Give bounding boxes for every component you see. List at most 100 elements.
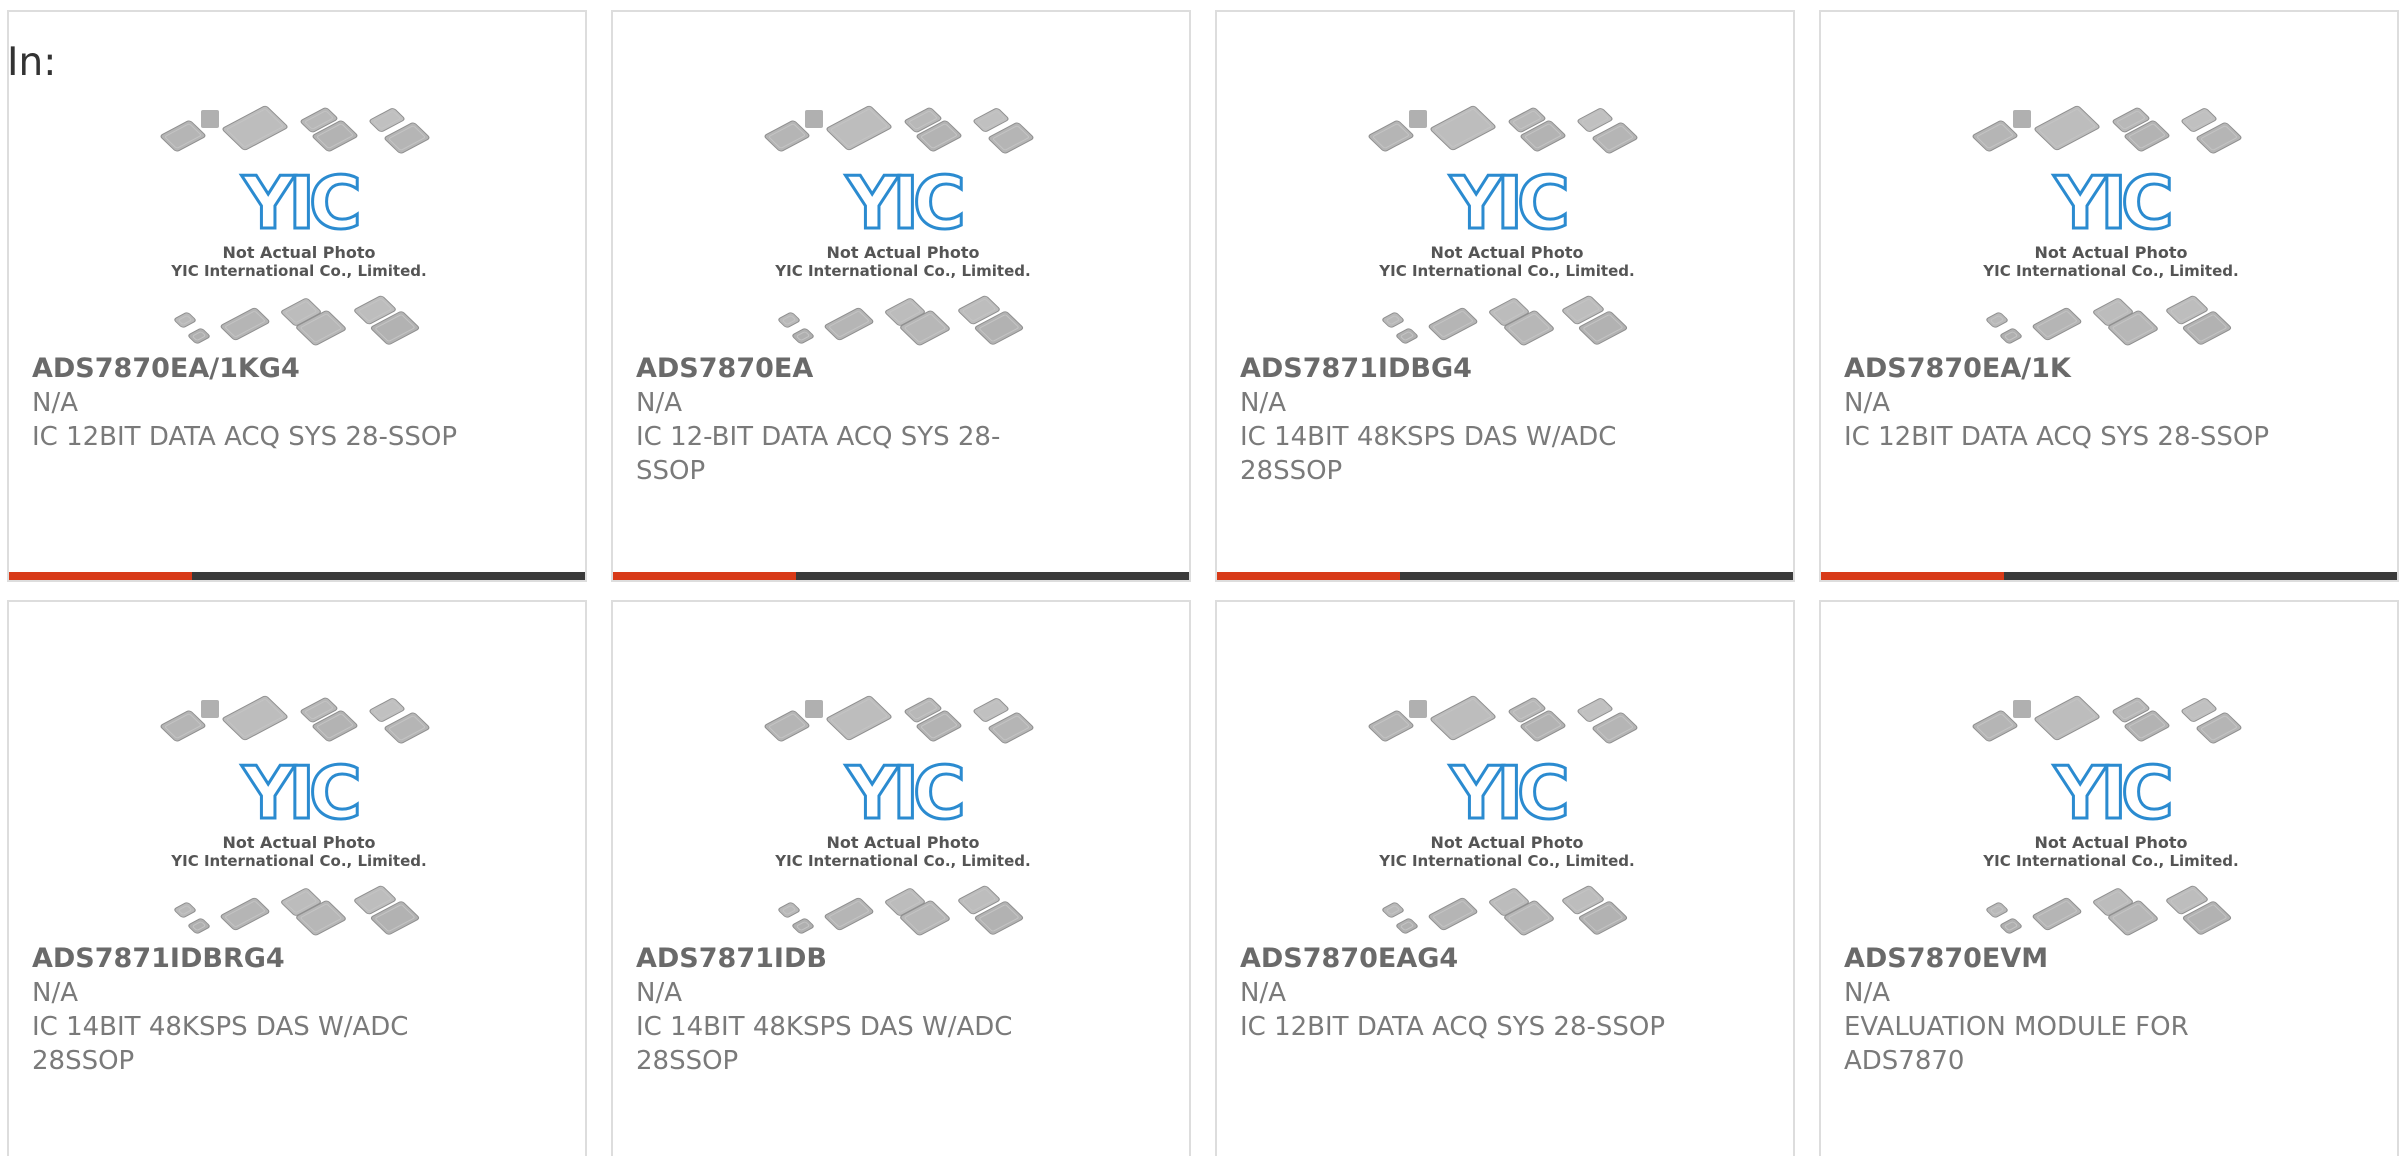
chip-package-icon <box>222 695 288 741</box>
chip-package-icon <box>2013 110 2031 128</box>
not-actual-photo-image: YIC Not Actual Photo YIC International Co.… <box>159 690 439 938</box>
product-info: ADS7871IDB N/A IC 14BIT 48KSPS DAS W/ADC… <box>636 942 1066 1078</box>
part-number[interactable]: ADS7870EA/1K <box>1844 352 2274 386</box>
chip-package-icon <box>201 700 219 718</box>
photo-caption-line2: YIC International Co., Limited. <box>774 262 1030 280</box>
manufacturer: N/A <box>636 978 682 1008</box>
photo-caption-line1: Not Actual Photo <box>2034 243 2187 262</box>
product-card[interactable]: YIC Not Actual Photo YIC International Co.… <box>1819 600 2399 1156</box>
description: IC 12BIT DATA ACQ SYS 28-SSOP <box>1844 422 2270 452</box>
manufacturer: N/A <box>1844 388 1890 418</box>
chip-package-icon <box>1972 710 2018 742</box>
not-actual-photo-image: YIC Not Actual Photo YIC International Co.… <box>1971 100 2251 348</box>
chip-package-icon <box>188 328 210 344</box>
chip-package-icon <box>369 698 405 722</box>
part-number[interactable]: ADS7870EAG4 <box>1240 942 1670 976</box>
chip-package-icon <box>1972 120 2018 152</box>
description: IC 12BIT DATA ACQ SYS 28-SSOP <box>1240 1012 1666 1042</box>
photo-caption-line1: Not Actual Photo <box>826 833 979 852</box>
photo-caption-line1: Not Actual Photo <box>1430 833 1583 852</box>
chip-package-icon <box>2000 328 2022 344</box>
chip-package-icon <box>792 328 814 344</box>
part-number[interactable]: ADS7870EVM <box>1844 942 2274 976</box>
part-number[interactable]: ADS7870EA/1KG4 <box>32 352 462 386</box>
chip-package-icon <box>826 105 892 151</box>
part-number[interactable]: ADS7871IDBRG4 <box>32 942 462 976</box>
chip-package-icon <box>160 710 206 742</box>
product-info: ADS7870EVM N/A EVALUATION MODULE FOR ADS… <box>1844 942 2274 1078</box>
product-card[interactable]: YIC Not Actual Photo YIC International Co.… <box>611 600 1191 1156</box>
chip-package-icon <box>222 105 288 151</box>
part-number[interactable]: ADS7871IDBG4 <box>1240 352 1670 386</box>
chip-package-icon <box>973 698 1009 722</box>
photo-caption-line2: YIC International Co., Limited. <box>1982 852 2238 870</box>
card-bottom-bar <box>613 572 1189 580</box>
product-info: ADS7871IDBRG4 N/A IC 14BIT 48KSPS DAS W/… <box>32 942 462 1078</box>
yic-logo: YIC <box>2053 161 2170 245</box>
chip-package-icon <box>1430 695 1496 741</box>
chip-package-icon <box>2034 105 2100 151</box>
chip-package-icon <box>824 897 874 931</box>
product-card[interactable]: YIC Not Actual Photo YIC International Co.… <box>1819 10 2399 582</box>
not-actual-photo-image: YIC Not Actual Photo YIC International Co.… <box>1367 690 1647 938</box>
photo-caption-line2: YIC International Co., Limited. <box>170 852 426 870</box>
yic-logo: YIC <box>241 161 358 245</box>
chip-package-icon <box>2000 918 2022 934</box>
product-info: ADS7870EA/1K N/A IC 12BIT DATA ACQ SYS 2… <box>1844 352 2274 454</box>
chip-package-icon <box>764 120 810 152</box>
chip-package-icon <box>1409 110 1427 128</box>
manufacturer: N/A <box>32 978 78 1008</box>
chip-package-icon <box>174 902 196 918</box>
page: In: YIC Not Actual Photo YIC International… <box>0 0 2400 1156</box>
product-card[interactable]: YIC Not Actual Photo YIC International Co.… <box>7 10 587 582</box>
chip-package-icon <box>1382 312 1404 328</box>
yic-logo: YIC <box>1449 161 1566 245</box>
part-number[interactable]: ADS7871IDB <box>636 942 1066 976</box>
chip-package-icon <box>824 307 874 341</box>
chip-package-icon <box>1430 105 1496 151</box>
photo-caption-line2: YIC International Co., Limited. <box>774 852 1030 870</box>
product-card[interactable]: YIC Not Actual Photo YIC International Co.… <box>1215 10 1795 582</box>
chip-package-icon <box>1577 698 1613 722</box>
manufacturer: N/A <box>636 388 682 418</box>
chip-package-icon <box>1368 710 1414 742</box>
product-card[interactable]: YIC Not Actual Photo YIC International Co.… <box>611 10 1191 582</box>
card-bottom-bar <box>9 572 585 580</box>
not-actual-photo-image: YIC Not Actual Photo YIC International Co.… <box>1367 100 1647 348</box>
photo-caption-line2: YIC International Co., Limited. <box>170 262 426 280</box>
chip-package-icon <box>160 120 206 152</box>
chip-package-icon <box>2032 307 2082 341</box>
yic-logo: YIC <box>1449 751 1566 835</box>
description: IC 12BIT DATA ACQ SYS 28-SSOP <box>32 422 458 452</box>
chip-package-icon <box>188 918 210 934</box>
chip-package-icon <box>1428 897 1478 931</box>
not-actual-photo-image: YIC Not Actual Photo YIC International Co.… <box>1971 690 2251 938</box>
product-info: ADS7871IDBG4 N/A IC 14BIT 48KSPS DAS W/A… <box>1240 352 1670 488</box>
manufacturer: N/A <box>1240 978 1286 1008</box>
part-number[interactable]: ADS7870EA <box>636 352 1066 386</box>
chip-package-icon <box>1396 918 1418 934</box>
description: IC 14BIT 48KSPS DAS W/ADC 28SSOP <box>636 1012 1013 1076</box>
chip-package-icon <box>778 312 800 328</box>
chip-package-icon <box>1577 108 1613 132</box>
photo-caption-line2: YIC International Co., Limited. <box>1982 262 2238 280</box>
product-card[interactable]: YIC Not Actual Photo YIC International Co.… <box>1215 600 1795 1156</box>
chip-package-icon <box>805 700 823 718</box>
chip-package-icon <box>2032 897 2082 931</box>
chip-package-icon <box>2181 108 2217 132</box>
photo-caption-line2: YIC International Co., Limited. <box>1378 262 1634 280</box>
yic-logo: YIC <box>2053 751 2170 835</box>
chip-package-icon <box>1428 307 1478 341</box>
product-grid: YIC Not Actual Photo YIC International Co.… <box>7 10 2400 1156</box>
chip-package-icon <box>1986 902 2008 918</box>
product-card[interactable]: YIC Not Actual Photo YIC International Co.… <box>7 600 587 1156</box>
chip-package-icon <box>778 902 800 918</box>
product-info: ADS7870EA/1KG4 N/A IC 12BIT DATA ACQ SYS… <box>32 352 462 454</box>
chip-package-icon <box>201 110 219 128</box>
photo-caption-line1: Not Actual Photo <box>1430 243 1583 262</box>
card-accent-bar <box>9 572 192 580</box>
chip-package-icon <box>369 108 405 132</box>
chip-package-icon <box>826 695 892 741</box>
yic-logo: YIC <box>845 751 962 835</box>
photo-caption-line1: Not Actual Photo <box>826 243 979 262</box>
